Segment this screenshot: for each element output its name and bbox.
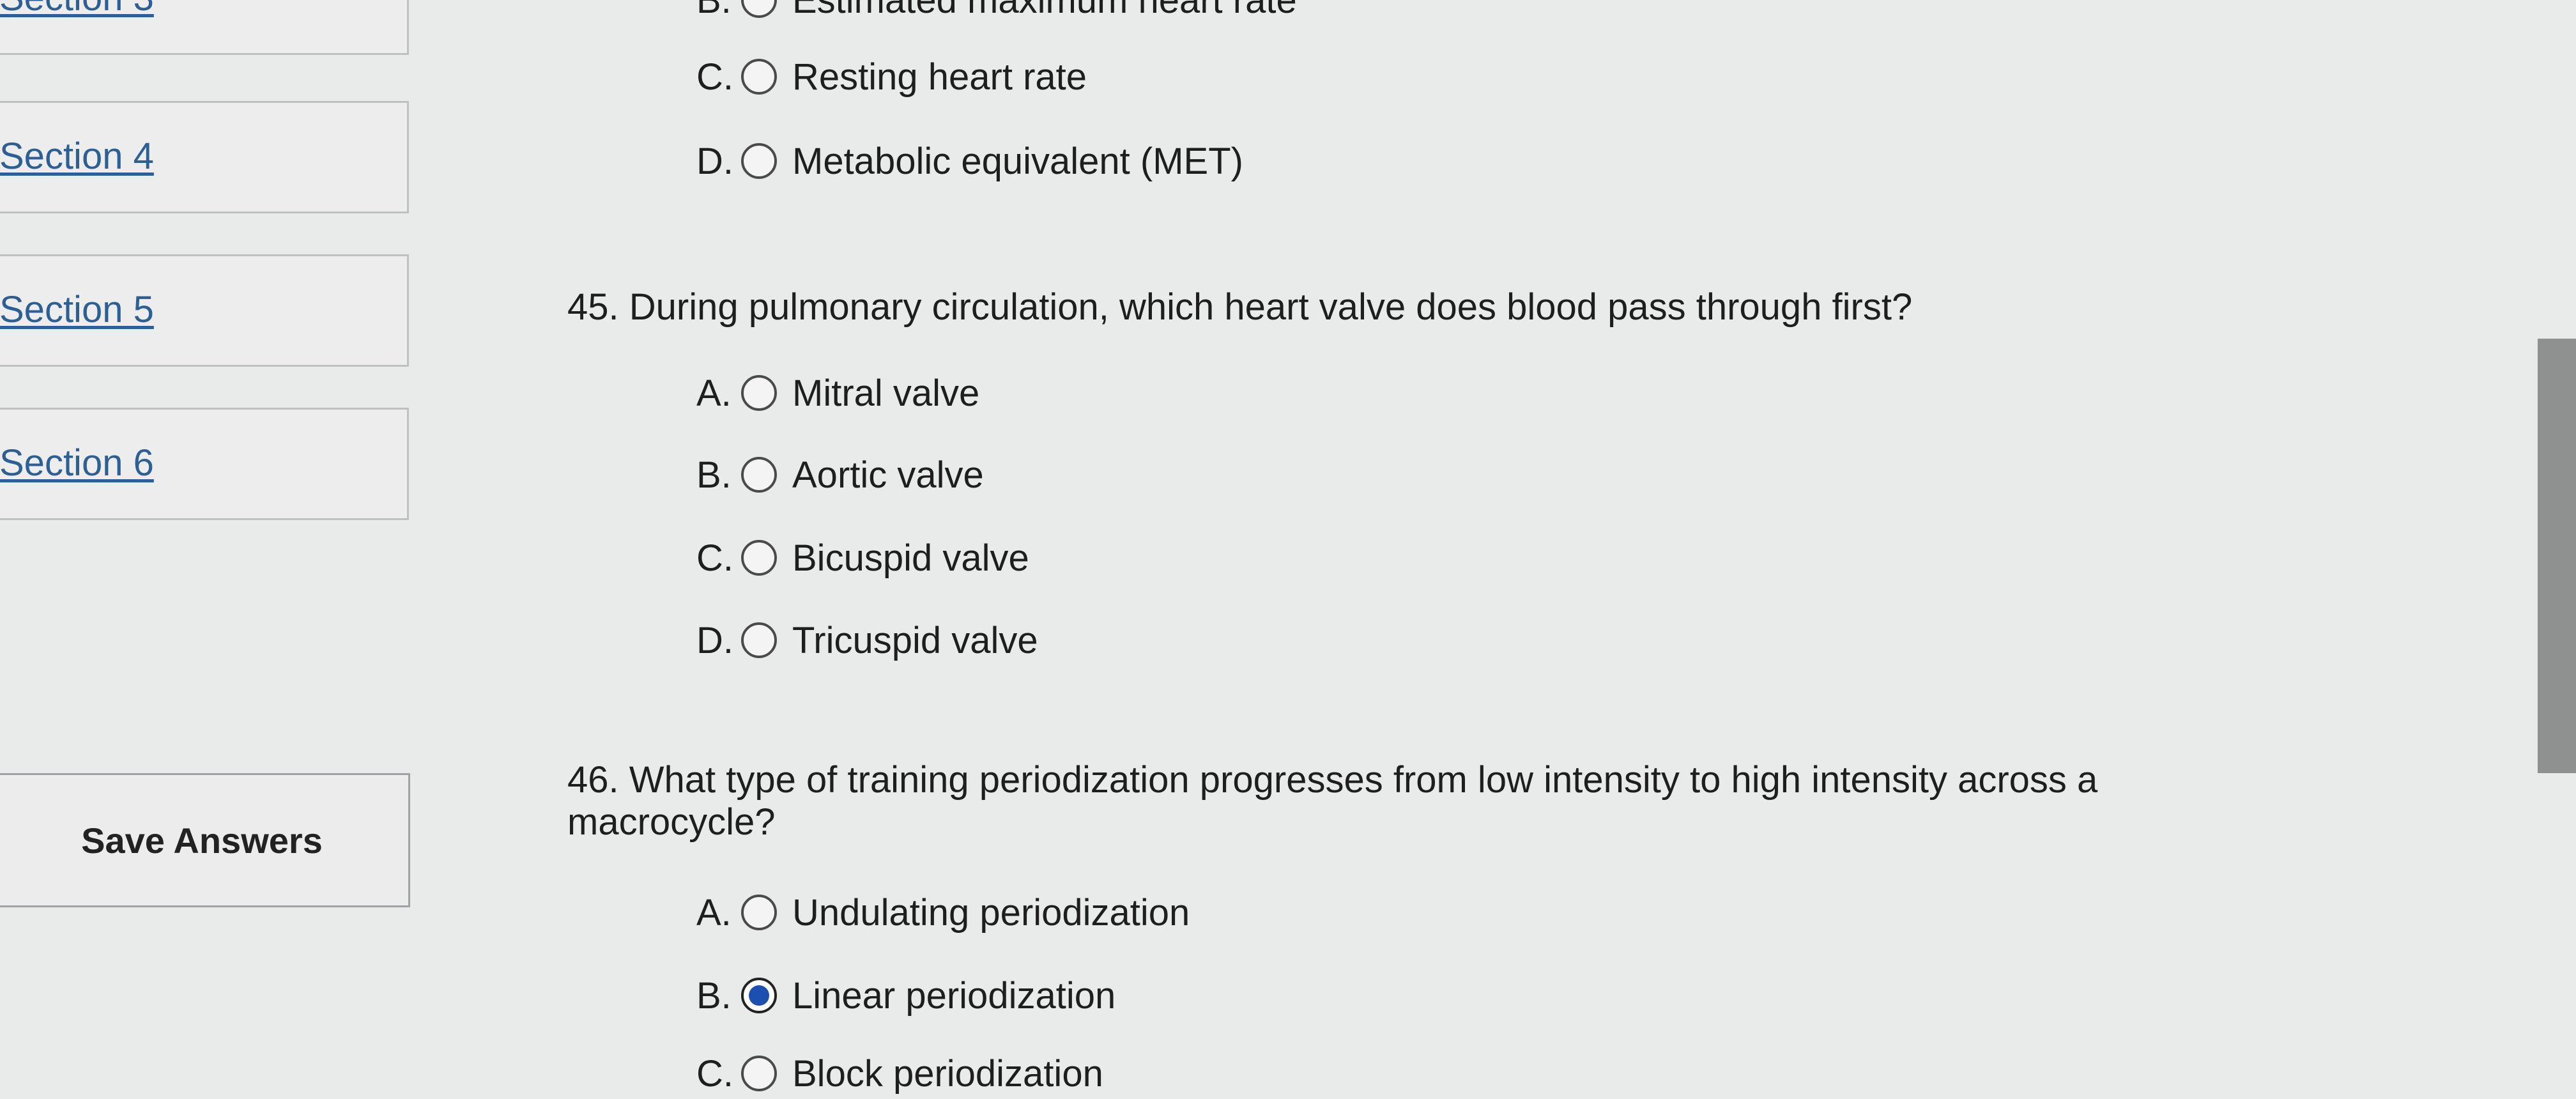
prev-option-d[interactable]: D. Metabolic equivalent (MET)	[696, 135, 1243, 187]
question-46-text: 46. What type of training periodization …	[567, 759, 2098, 843]
q45-option-a[interactable]: A. Mitral valve	[696, 367, 979, 419]
option-letter: B.	[696, 0, 732, 21]
radio-dot	[749, 985, 769, 1006]
option-text: Bicuspid valve	[792, 537, 1029, 579]
q46-option-b[interactable]: B. Linear periodization	[696, 970, 1116, 1021]
section-5-link[interactable]: Section 5	[0, 288, 154, 331]
radio-button[interactable]	[741, 622, 777, 658]
save-answers-button[interactable]: Save Answers	[0, 773, 410, 907]
option-text: Aortic valve	[792, 454, 984, 496]
option-text: Mitral valve	[792, 372, 980, 414]
option-text: Block periodization	[792, 1052, 1103, 1095]
option-letter: B.	[696, 454, 732, 496]
option-letter: D.	[696, 619, 733, 661]
section-3-link[interactable]: Section 3	[0, 0, 154, 19]
q46-option-a[interactable]: A. Undulating periodization	[696, 887, 1190, 938]
option-letter: C.	[696, 1052, 733, 1095]
section-6-link[interactable]: Section 6	[0, 442, 154, 484]
radio-button[interactable]	[741, 375, 777, 411]
section-6-box[interactable]: Section 6	[0, 408, 409, 520]
option-letter: C.	[696, 56, 733, 98]
radio-button[interactable]	[741, 540, 777, 576]
option-letter: C.	[696, 537, 733, 579]
section-3-box[interactable]: Section 3	[0, 0, 409, 55]
q45-option-c[interactable]: C. Bicuspid valve	[696, 532, 1029, 583]
radio-button[interactable]	[741, 0, 777, 18]
sidebar: Section 3 Section 4 Section 5 Section 6 …	[0, 0, 415, 1086]
option-text: Resting heart rate	[792, 56, 1087, 98]
radio-button-selected[interactable]	[741, 978, 777, 1013]
question-45-text: 45. During pulmonary circulation, which …	[567, 286, 1913, 328]
q45-option-d[interactable]: D. Tricuspid valve	[696, 615, 1038, 666]
radio-button[interactable]	[741, 1056, 777, 1091]
radio-button[interactable]	[741, 143, 777, 179]
radio-button[interactable]	[741, 457, 777, 493]
section-4-box[interactable]: Section 4	[0, 101, 409, 213]
scrollbar-thumb[interactable]	[2538, 339, 2576, 773]
section-4-link[interactable]: Section 4	[0, 135, 154, 178]
q45-option-b[interactable]: B. Aortic valve	[696, 449, 984, 500]
option-text: Linear periodization	[792, 974, 1116, 1017]
section-5-box[interactable]: Section 5	[0, 254, 409, 367]
option-text: Tricuspid valve	[792, 619, 1038, 661]
prev-option-b[interactable]: B. Estimated maximum heart rate	[696, 0, 1297, 26]
option-letter: D.	[696, 140, 733, 182]
option-text: Metabolic equivalent (MET)	[792, 140, 1243, 182]
radio-button[interactable]	[741, 895, 777, 930]
option-letter: B.	[696, 974, 732, 1017]
option-text: Undulating periodization	[792, 891, 1190, 934]
option-letter: A.	[696, 891, 732, 934]
q46-option-c[interactable]: C. Block periodization	[696, 1048, 1103, 1099]
radio-button[interactable]	[741, 59, 777, 95]
option-text: Estimated maximum heart rate	[792, 0, 1297, 21]
option-letter: A.	[696, 372, 732, 414]
prev-option-c[interactable]: C. Resting heart rate	[696, 51, 1087, 102]
